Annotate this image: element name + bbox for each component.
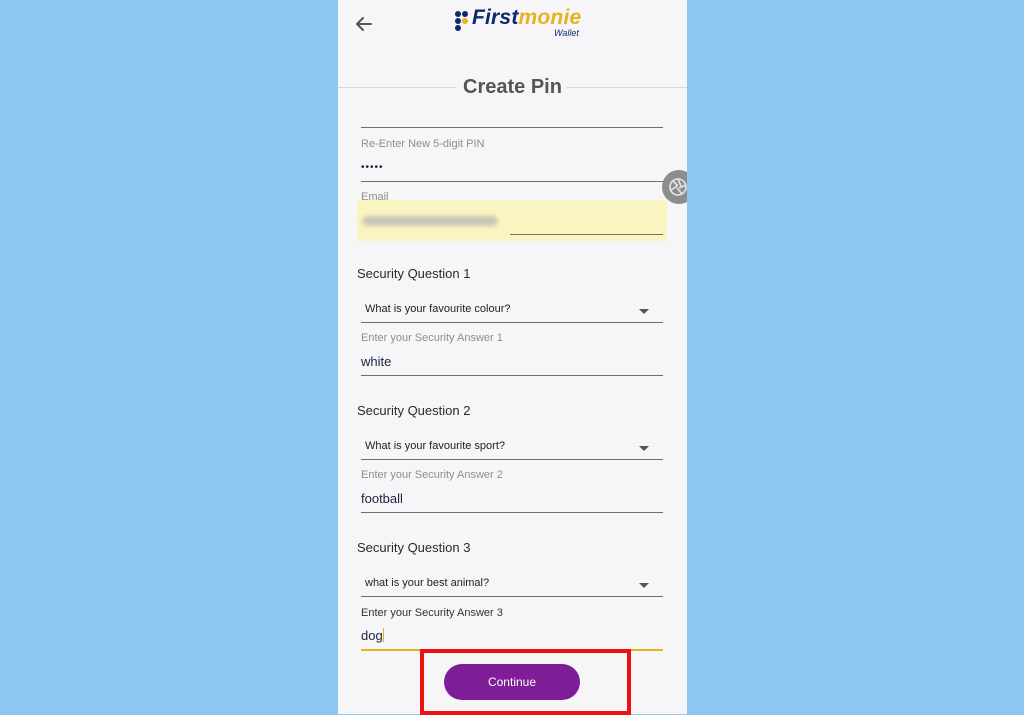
security-question-2-value: What is your favourite sport? bbox=[365, 440, 506, 452]
new-pin-field-underline[interactable] bbox=[361, 127, 663, 128]
select-underline bbox=[361, 596, 663, 597]
reenter-pin-input[interactable]: ••••• bbox=[361, 162, 384, 173]
security-answer-2-underline bbox=[361, 512, 663, 513]
back-arrow-icon[interactable] bbox=[352, 12, 376, 36]
email-underline bbox=[510, 234, 663, 235]
security-question-1-value: What is your favourite colour? bbox=[365, 303, 511, 315]
caret-down-icon bbox=[639, 309, 649, 314]
highlight-box bbox=[420, 649, 631, 715]
phone-screen: Firstmonie Wallet Create Pin Re-Enter Ne… bbox=[338, 0, 687, 714]
caret-down-icon bbox=[639, 446, 649, 451]
select-underline bbox=[361, 459, 663, 460]
floating-action-button[interactable] bbox=[662, 170, 687, 204]
security-answer-1-input[interactable]: white bbox=[361, 354, 391, 369]
security-question-3-heading: Security Question 3 bbox=[357, 540, 471, 555]
security-answer-1-underline bbox=[361, 375, 663, 376]
security-question-2-heading: Security Question 2 bbox=[357, 403, 471, 418]
security-answer-2-input[interactable]: football bbox=[361, 491, 403, 506]
security-question-3-value: what is your best animal? bbox=[365, 577, 490, 589]
email-input-blurred[interactable] bbox=[362, 216, 498, 226]
logo-secondary: monie bbox=[518, 6, 582, 29]
security-question-1-select[interactable]: What is your favourite colour? bbox=[361, 299, 663, 323]
security-question-1-heading: Security Question 1 bbox=[357, 266, 471, 281]
security-question-3-select[interactable]: what is your best animal? bbox=[361, 573, 663, 597]
security-question-2-select[interactable]: What is your favourite sport? bbox=[361, 436, 663, 460]
security-answer-1-label: Enter your Security Answer 1 bbox=[361, 332, 503, 344]
security-answer-3-label: Enter your Security Answer 3 bbox=[361, 607, 503, 619]
security-answer-3-input[interactable]: dog bbox=[361, 628, 384, 643]
text-cursor bbox=[382, 628, 384, 642]
logo-dots-icon bbox=[455, 11, 468, 31]
firstmonie-logo: Firstmonie Wallet bbox=[452, 6, 592, 40]
logo-subtitle: Wallet bbox=[554, 28, 579, 38]
reenter-pin-label: Re-Enter New 5-digit PIN bbox=[361, 138, 485, 150]
aperture-icon bbox=[669, 178, 687, 196]
page-title-row: Create Pin bbox=[338, 76, 687, 100]
logo-wordmark: Firstmonie bbox=[472, 6, 581, 30]
logo-primary: First bbox=[472, 6, 519, 29]
select-underline bbox=[361, 322, 663, 323]
caret-down-icon bbox=[639, 583, 649, 588]
security-answer-3-value: dog bbox=[361, 628, 383, 643]
reenter-pin-underline bbox=[361, 181, 663, 182]
security-answer-2-label: Enter your Security Answer 2 bbox=[361, 469, 503, 481]
title-divider-right bbox=[567, 87, 687, 88]
